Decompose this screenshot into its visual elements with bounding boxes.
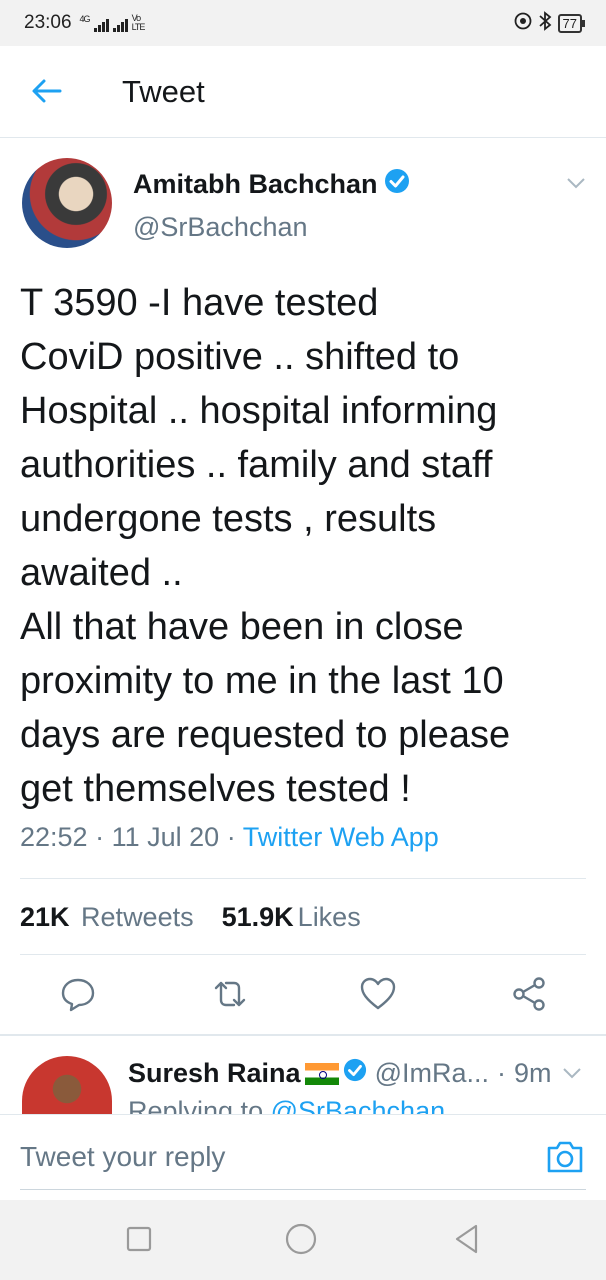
meta-separator: · xyxy=(95,822,112,852)
volte-label: Vo LTE xyxy=(131,13,146,32)
author-name[interactable]: Amitabh Bachchan xyxy=(133,169,378,200)
meta-separator: · xyxy=(496,1058,506,1088)
back-nav-icon[interactable] xyxy=(450,1222,484,1256)
likes-count: 51.9K xyxy=(221,902,294,932)
back-arrow-icon[interactable] xyxy=(30,76,64,106)
reply-author-row[interactable]: Suresh Raina @ImRa... · 9m xyxy=(128,1058,552,1089)
verified-badge-icon xyxy=(384,168,410,201)
reply-input[interactable]: Tweet your reply xyxy=(20,1141,225,1173)
retweets-count: 21K xyxy=(20,902,70,932)
meta-separator: · xyxy=(226,822,243,852)
retweets-stat[interactable]: 21K Retweets xyxy=(20,902,194,933)
status-right: 77 xyxy=(514,10,586,36)
replying-prefix: Replying to xyxy=(128,1096,264,1114)
top-app-bar: Tweet xyxy=(0,46,606,138)
chevron-down-icon[interactable] xyxy=(562,1066,582,1080)
heart-icon[interactable] xyxy=(358,974,398,1014)
retweet-icon[interactable] xyxy=(210,974,250,1014)
reply-age: 9m xyxy=(513,1058,552,1088)
author-avatar[interactable] xyxy=(22,158,112,248)
verified-badge-icon xyxy=(343,1058,367,1089)
network-type-label: 4G xyxy=(79,14,91,24)
tweet-text: T 3590 -I have tested CoviD positive .. … xyxy=(20,282,511,810)
home-icon[interactable] xyxy=(284,1222,318,1256)
author-handle[interactable]: @SrBachchan xyxy=(133,212,308,243)
status-bar: 23:06 4G Vo LTE 77 xyxy=(0,0,606,46)
battery-icon: 77 xyxy=(557,13,586,33)
likes-stat[interactable]: 51.9K Likes xyxy=(222,902,361,933)
india-flag-icon xyxy=(304,1062,339,1085)
replying-to: Replying to @SrBachchan xyxy=(128,1096,445,1114)
camera-icon[interactable] xyxy=(546,1139,584,1175)
signal-icon xyxy=(93,18,109,32)
reply-author-avatar[interactable] xyxy=(22,1056,112,1116)
recents-icon[interactable] xyxy=(122,1222,156,1256)
bluetooth-icon xyxy=(538,10,552,36)
divider xyxy=(20,878,586,879)
retweets-label: Retweets xyxy=(81,902,194,932)
reply-author-handle[interactable]: @ImRa... xyxy=(375,1058,489,1089)
signal-indicators: 4G Vo LTE xyxy=(80,14,154,32)
share-icon[interactable] xyxy=(510,974,550,1014)
input-underline xyxy=(20,1189,586,1190)
status-time: 23:06 xyxy=(24,12,72,33)
tweet-date: 11 Jul 20 xyxy=(111,822,220,852)
author-name-row[interactable]: Amitabh Bachchan xyxy=(133,168,410,201)
system-nav-bar xyxy=(0,1200,606,1280)
tweet-stats: 21K Retweets 51.9K Likes xyxy=(20,902,361,933)
alarm-icon xyxy=(514,12,532,35)
chevron-down-icon[interactable] xyxy=(566,176,586,190)
reply-author-name[interactable]: Suresh Raina xyxy=(128,1058,301,1089)
likes-label: Likes xyxy=(297,902,361,932)
divider xyxy=(20,954,586,955)
signal-icon-2 xyxy=(112,18,128,32)
tweet-meta: 22:52 · 11 Jul 20 · Twitter Web App xyxy=(20,822,439,853)
section-divider xyxy=(0,1034,606,1036)
reply-composer: Tweet your reply xyxy=(0,1114,606,1200)
replying-mention[interactable]: @SrBachchan xyxy=(271,1096,446,1114)
reply-icon[interactable] xyxy=(58,974,98,1014)
tweet-source-link[interactable]: Twitter Web App xyxy=(243,822,439,852)
tweet-time: 22:52 xyxy=(20,822,88,852)
page-title: Tweet xyxy=(122,74,205,109)
tweet-actions xyxy=(0,974,606,1020)
